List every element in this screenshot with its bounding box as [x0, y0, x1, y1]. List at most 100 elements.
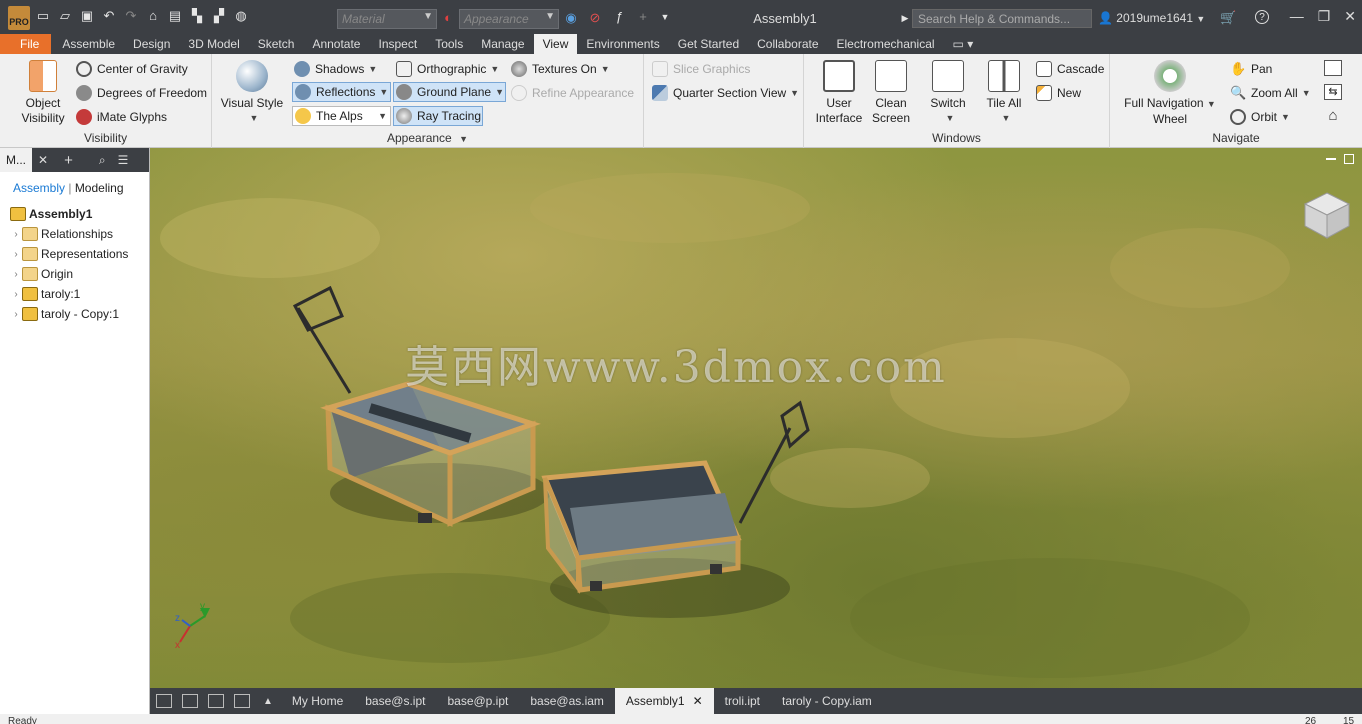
tab-manage[interactable]: Manage — [472, 34, 533, 54]
refine-appearance-button[interactable]: Refine Appearance — [511, 83, 634, 103]
tab-3d-model[interactable]: 3D Model — [179, 34, 248, 54]
view-cube[interactable] — [1302, 190, 1352, 240]
tab-design[interactable]: Design — [124, 34, 179, 54]
tab-assemble[interactable]: Assemble — [53, 34, 124, 54]
imate-glyphs-button[interactable]: iMate Glyphs — [76, 107, 167, 127]
visual-style-button[interactable]: Visual Style ▼ — [218, 60, 286, 126]
material-combo[interactable]: Material ▼ — [337, 9, 437, 29]
search-arrow-icon[interactable]: ▶ — [898, 11, 912, 25]
save-icon[interactable]: ▣ — [80, 9, 94, 23]
add-browser-icon[interactable]: + — [58, 152, 79, 169]
tree-root[interactable]: Assembly1 — [0, 204, 149, 224]
search-input[interactable]: Search Help & Commands... — [912, 9, 1092, 28]
tab-file[interactable]: File — [0, 34, 52, 54]
appearance-ball-icon[interactable]: ◐ — [441, 11, 455, 25]
tree-item[interactable]: › Representations — [0, 244, 149, 264]
parameters-fx-icon[interactable]: ƒ — [612, 10, 626, 24]
cart-2[interactable] — [541, 400, 810, 594]
menu-icon[interactable]: ☰ — [112, 153, 135, 167]
tab-tools[interactable]: Tools — [426, 34, 472, 54]
minimize-icon[interactable]: — — [1290, 8, 1304, 25]
expand-chevron-icon[interactable]: › — [10, 289, 22, 300]
tree-item[interactable]: › taroly:1 — [0, 284, 149, 304]
tab-get-started[interactable]: Get Started — [669, 34, 748, 54]
tab-scroll-up-icon[interactable]: ▲ — [263, 696, 273, 707]
tab-electromechanical[interactable]: Electromechanical — [828, 34, 944, 54]
orthographic-button[interactable]: Orthographic ▼ — [396, 59, 499, 79]
new-file-icon[interactable]: ▭ — [36, 9, 50, 23]
select-icon[interactable]: ▚ — [190, 9, 204, 23]
browser-tab-model[interactable]: M... — [0, 148, 32, 172]
clear-appearance-icon[interactable]: ⊘ — [588, 11, 602, 25]
ground-plane-button[interactable]: Ground Plane ▼ — [393, 82, 506, 102]
expand-chevron-icon[interactable]: › — [10, 269, 22, 280]
expand-chevron-icon[interactable]: › — [10, 249, 22, 260]
tab-annotate[interactable]: Annotate — [303, 34, 369, 54]
appearance-panel-title[interactable]: Appearance ▼ — [212, 131, 643, 145]
document-tab[interactable]: troli.ipt — [714, 688, 771, 714]
user-account[interactable]: 👤 2019ume1641 ▼ — [1098, 11, 1205, 25]
tab-sketch[interactable]: Sketch — [249, 34, 304, 54]
user-interface-button[interactable]: User Interface — [812, 60, 866, 126]
full-navigation-wheel-button[interactable]: Full Navigation ▼ Wheel — [1118, 60, 1222, 127]
home-view-icon[interactable]: ⌂ — [1324, 108, 1342, 124]
document-tab[interactable]: My Home — [281, 688, 354, 714]
update-icon[interactable]: ▤ — [168, 9, 182, 23]
tab-environments[interactable]: Environments — [577, 34, 668, 54]
adjust-appearance-icon[interactable]: ◉ — [564, 11, 578, 25]
graphics-window[interactable]: y x z 莫西网www.3dmox.com — [150, 148, 1362, 688]
new-window-button[interactable]: New — [1036, 83, 1081, 103]
home-icon[interactable]: ⌂ — [146, 9, 160, 23]
document-tab[interactable]: base@s.ipt — [354, 688, 436, 714]
tab-layout-icon-2[interactable] — [182, 694, 198, 708]
restore-icon[interactable]: ❐ — [1318, 8, 1331, 25]
appearance-combo[interactable]: Appearance ▼ — [459, 9, 559, 29]
cascade-button[interactable]: Cascade — [1036, 59, 1104, 79]
shadows-button[interactable]: Shadows ▼ — [294, 59, 377, 79]
tree-item[interactable]: › taroly - Copy:1 — [0, 304, 149, 324]
lighting-style-dropdown[interactable]: The Alps ▼ — [292, 106, 391, 126]
cart-icon[interactable]: 🛒 — [1220, 11, 1236, 25]
redo-icon[interactable]: ↷ — [124, 9, 138, 23]
slice-graphics-button[interactable]: Slice Graphics — [652, 59, 750, 79]
document-tab[interactable]: taroly - Copy.iam — [771, 688, 883, 714]
tab-layout-icon-1[interactable] — [156, 694, 172, 708]
tab-overflow-icon[interactable]: ▭ ▾ — [944, 34, 983, 54]
open-folder-icon[interactable]: ▱ — [58, 9, 72, 23]
close-browser-icon[interactable]: ✕ — [32, 153, 54, 167]
mode-assembly[interactable]: Assembly — [13, 181, 65, 195]
select-filter-icon[interactable]: ▞ — [212, 9, 226, 23]
close-icon[interactable]: ✕ — [1344, 8, 1356, 25]
orbit-button[interactable]: Orbit ▼ — [1230, 107, 1290, 127]
tile-all-button[interactable]: Tile All ▼ — [978, 60, 1030, 126]
clean-screen-button[interactable]: Clean Screen — [868, 60, 914, 126]
degrees-of-freedom-button[interactable]: Degrees of Freedom — [76, 83, 207, 103]
cart-1[interactable] — [292, 285, 541, 527]
reflections-button[interactable]: Reflections ▼ — [292, 82, 391, 102]
center-of-gravity-button[interactable]: Center of Gravity — [76, 59, 188, 79]
help-icon[interactable]: ? — [1255, 10, 1269, 24]
customize-dropdown-icon[interactable]: ▼ — [658, 10, 672, 24]
view-face-icon[interactable] — [1324, 60, 1342, 76]
object-visibility-button[interactable]: Object Visibility — [14, 60, 72, 126]
previous-view-icon[interactable]: ⇆ — [1324, 84, 1342, 100]
plus-icon[interactable]: + — [636, 10, 650, 24]
mode-modeling[interactable]: Modeling — [75, 181, 124, 195]
textures-on-button[interactable]: Textures On ▼ — [511, 59, 610, 79]
switch-button[interactable]: Switch ▼ — [924, 60, 972, 126]
search-icon[interactable]: ⌕ — [93, 153, 112, 168]
tab-inspect[interactable]: Inspect — [369, 34, 426, 54]
tab-view[interactable]: View — [533, 34, 578, 54]
zoom-all-button[interactable]: 🔍 Zoom All ▼ — [1230, 83, 1311, 103]
expand-chevron-icon[interactable]: › — [10, 309, 22, 320]
tree-item[interactable]: › Relationships — [0, 224, 149, 244]
expand-chevron-icon[interactable]: › — [10, 229, 22, 240]
undo-icon[interactable]: ↶ — [102, 9, 116, 23]
ray-tracing-button[interactable]: Ray Tracing — [393, 106, 483, 126]
pan-button[interactable]: ✋ Pan — [1230, 59, 1272, 79]
close-tab-icon[interactable]: ✕ — [693, 694, 703, 708]
quarter-section-view-button[interactable]: Quarter Section View ▼ — [652, 83, 799, 103]
tree-item[interactable]: › Origin — [0, 264, 149, 284]
viewport-minimize-icon[interactable] — [1326, 158, 1336, 160]
document-tab[interactable]: base@as.iam — [519, 688, 615, 714]
